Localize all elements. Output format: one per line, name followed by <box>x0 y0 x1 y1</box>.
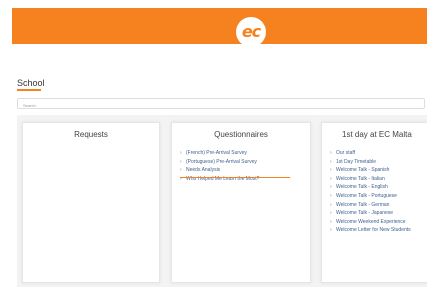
first-day-link[interactable]: › Welcome Talk - Spanish <box>330 166 411 175</box>
link-label: (French) Pre-Arrival Survey <box>186 150 247 156</box>
first-day-link[interactable]: › Welcome Letter for New Students <box>330 226 411 235</box>
chevron-right-icon: › <box>330 192 332 199</box>
link-label: Welcome Talk - Spanish <box>336 167 390 174</box>
first-day-list: › Our staff › 1st Day Timetable › Welcome T… <box>330 149 411 235</box>
top-header-bar: ec <box>12 8 427 47</box>
hover-underline <box>180 177 290 178</box>
school-page: ec School Requests Questionnaires › (Fren… <box>0 0 427 292</box>
ec-logo[interactable]: ec <box>236 17 266 47</box>
link-label: Welcome Talk - English <box>336 184 388 191</box>
first-day-link[interactable]: › Welcome Talk - English <box>330 183 411 192</box>
first-day-link[interactable]: › Welcome Talk - German <box>330 201 411 210</box>
chevron-right-icon: › <box>330 201 332 208</box>
chevron-right-icon: › <box>330 150 332 156</box>
chevron-right-icon: › <box>330 167 332 174</box>
link-label: Welcome Talk - Portuguese <box>336 192 397 199</box>
search-input[interactable] <box>17 98 425 109</box>
link-label: 1st Day Timetable <box>336 158 377 165</box>
chevron-right-icon: › <box>330 218 332 225</box>
questionnaire-link[interactable]: › (French) Pre-Arrival Survey <box>180 149 259 158</box>
link-label: Welcome Letter for New Students <box>336 227 411 234</box>
chevron-right-icon: › <box>180 158 182 165</box>
card-title-first-day: 1st day at EC Malta <box>342 130 412 139</box>
link-label: (Portuguese) Pre-Arrival Survey <box>186 158 257 165</box>
first-day-link[interactable]: › Welcome Weekend Experience <box>330 218 411 227</box>
title-underline <box>17 89 41 91</box>
chevron-right-icon: › <box>180 150 182 156</box>
link-label: Our staff <box>336 150 356 156</box>
page-title: School <box>17 78 45 88</box>
link-label: Welcome Weekend Experience <box>336 218 406 225</box>
link-label: Needs Analysis <box>186 167 221 174</box>
first-day-link[interactable]: › Our staff <box>330 149 411 158</box>
chevron-right-icon: › <box>330 227 332 234</box>
card-requests: Requests <box>22 122 160 283</box>
chevron-right-icon: › <box>330 175 332 182</box>
card-questionnaires: Questionnaires › (French) Pre-Arrival Sur… <box>171 122 311 283</box>
questionnaire-link[interactable]: › (Portuguese) Pre-Arrival Survey <box>180 158 259 167</box>
card-title-questionnaires: Questionnaires <box>214 130 268 139</box>
link-label: Welcome Talk - German <box>336 201 390 208</box>
link-label: Welcome Talk - Italian <box>336 175 385 182</box>
chevron-right-icon: › <box>330 158 332 165</box>
first-day-link[interactable]: › Welcome Talk - Italian <box>330 175 411 184</box>
chevron-right-icon: › <box>330 210 332 217</box>
card-title-requests: Requests <box>74 130 108 139</box>
questionnaire-link[interactable]: › Needs Analysis <box>180 166 259 175</box>
chevron-right-icon: › <box>180 167 182 174</box>
first-day-link[interactable]: › Welcome Talk - Japanese <box>330 209 411 218</box>
card-first-day: 1st day at EC Malta › Our staff › 1st Day … <box>321 122 427 283</box>
first-day-link[interactable]: › Welcome Talk - Portuguese <box>330 192 411 201</box>
link-label: Welcome Talk - Japanese <box>336 210 394 217</box>
first-day-link[interactable]: › 1st Day Timetable <box>330 158 411 167</box>
questionnaires-list: › (French) Pre-Arrival Survey › (Portugues… <box>180 149 259 183</box>
chevron-right-icon: › <box>330 184 332 191</box>
